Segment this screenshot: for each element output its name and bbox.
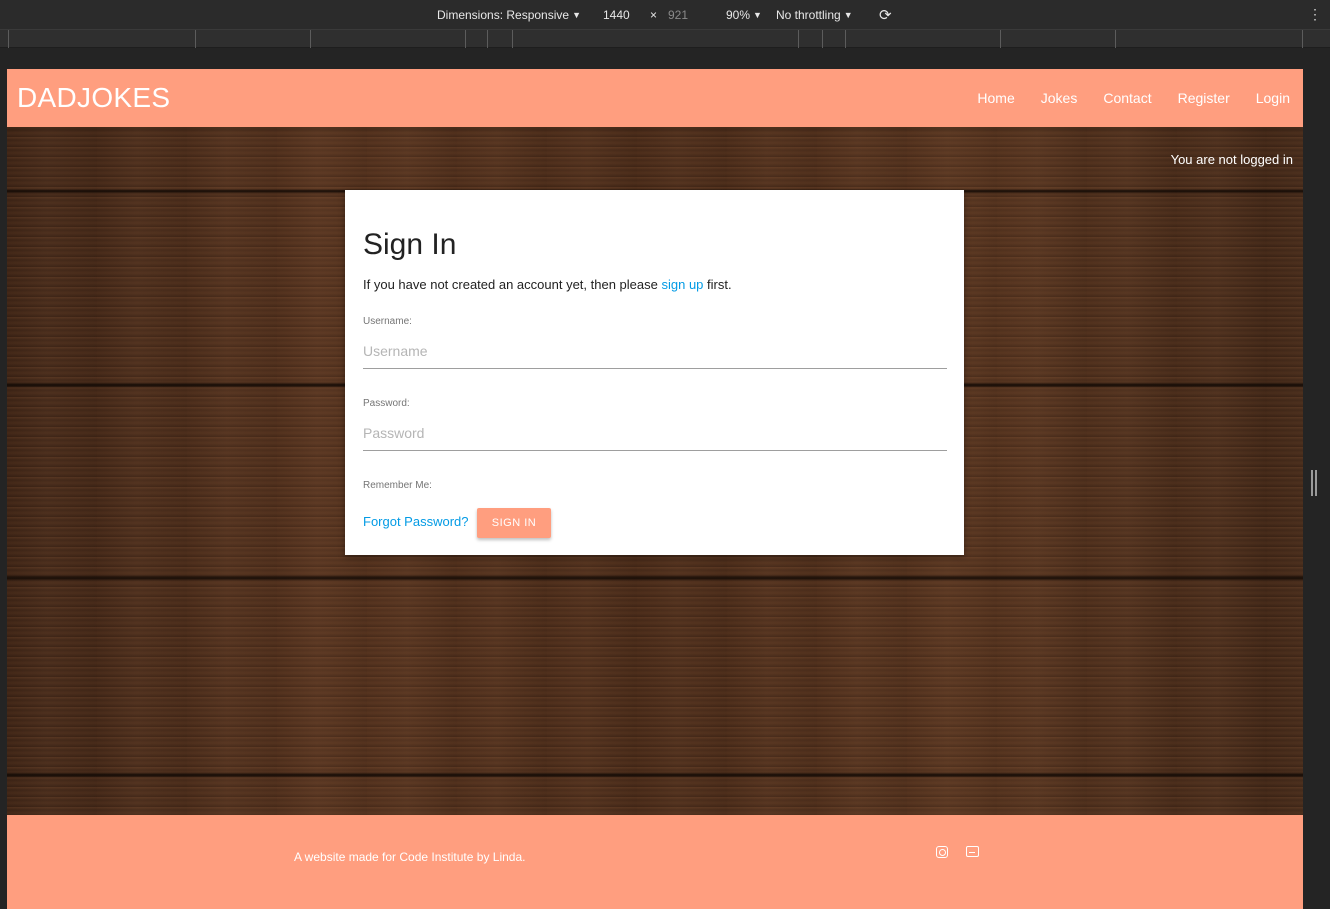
username-label: Username: [363, 316, 412, 327]
ruler-tick [465, 30, 466, 48]
footer: A website made for Code Institute by Lin… [7, 815, 1303, 909]
brand-logo[interactable]: DADJOKES [17, 82, 170, 114]
ruler-tick [195, 30, 196, 48]
footer-text: A website made for Code Institute by Lin… [294, 850, 526, 864]
nav-link-login[interactable]: Login [1243, 69, 1303, 127]
dimensions-dropdown[interactable]: Dimensions: Responsive ▼ [437, 8, 581, 22]
caret-down-icon: ▼ [572, 10, 581, 20]
password-label: Password: [363, 398, 410, 409]
nav-link-jokes[interactable]: Jokes [1028, 69, 1091, 127]
ruler-tick [1115, 30, 1116, 48]
signup-prompt-suffix: first. [703, 277, 732, 292]
ruler-tick [822, 30, 823, 48]
remember-me-label: Remember Me: [363, 480, 432, 491]
youtube-icon[interactable] [966, 846, 979, 857]
media-query-ruler [0, 30, 1330, 48]
ruler-tick [512, 30, 513, 48]
signin-card: Sign In If you have not created an accou… [345, 190, 964, 555]
throttling-label: No throttling [776, 8, 841, 22]
times-icon: × [650, 8, 658, 22]
caret-down-icon: ▼ [753, 10, 762, 20]
height-input[interactable]: 921 [668, 8, 688, 22]
zoom-dropdown[interactable]: 90% ▼ [726, 8, 762, 22]
signup-link[interactable]: sign up [661, 277, 703, 292]
signup-prompt: If you have not created an account yet, … [363, 277, 732, 292]
ruler-tick [1000, 30, 1001, 48]
navbar: DADJOKES Home Jokes Contact Register Log… [7, 69, 1303, 127]
password-input[interactable] [363, 415, 947, 451]
zoom-label: 90% [726, 8, 751, 22]
ruler-tick [1302, 30, 1303, 48]
more-options-icon[interactable]: ⋮ [1308, 7, 1322, 21]
rotate-icon[interactable]: ⟳ [879, 6, 892, 24]
nav-links: Home Jokes Contact Register Login [964, 69, 1303, 127]
forgot-password-link[interactable]: Forgot Password? [363, 514, 469, 529]
page-viewport: DADJOKES Home Jokes Contact Register Log… [7, 69, 1303, 909]
resize-handle-right[interactable] [1311, 470, 1317, 496]
devtools-toolbar: Dimensions: Responsive ▼ 1440 × 921 90% ▼ … [0, 0, 1330, 30]
nav-link-home[interactable]: Home [964, 69, 1027, 127]
page-title: Sign In [363, 228, 457, 261]
nav-link-contact[interactable]: Contact [1090, 69, 1164, 127]
signin-button[interactable]: SIGN IN [477, 508, 551, 538]
ruler-tick [8, 30, 9, 48]
ruler-tick [845, 30, 846, 48]
dimensions-label: Dimensions: Responsive [437, 8, 570, 22]
signup-prompt-text: If you have not created an account yet, … [363, 277, 662, 292]
nav-link-register[interactable]: Register [1165, 69, 1243, 127]
username-input[interactable] [363, 333, 947, 369]
wood-background: You are not logged in Sign In If you hav… [7, 127, 1303, 815]
caret-down-icon: ▼ [843, 10, 853, 20]
throttling-dropdown[interactable]: No throttling ▼ [776, 8, 853, 22]
ruler-tick [798, 30, 799, 48]
login-status: You are not logged in [1170, 152, 1293, 167]
instagram-icon[interactable] [936, 846, 948, 858]
width-input[interactable]: 1440 [603, 8, 630, 22]
ruler-tick [310, 30, 311, 48]
ruler-tick [487, 30, 488, 48]
